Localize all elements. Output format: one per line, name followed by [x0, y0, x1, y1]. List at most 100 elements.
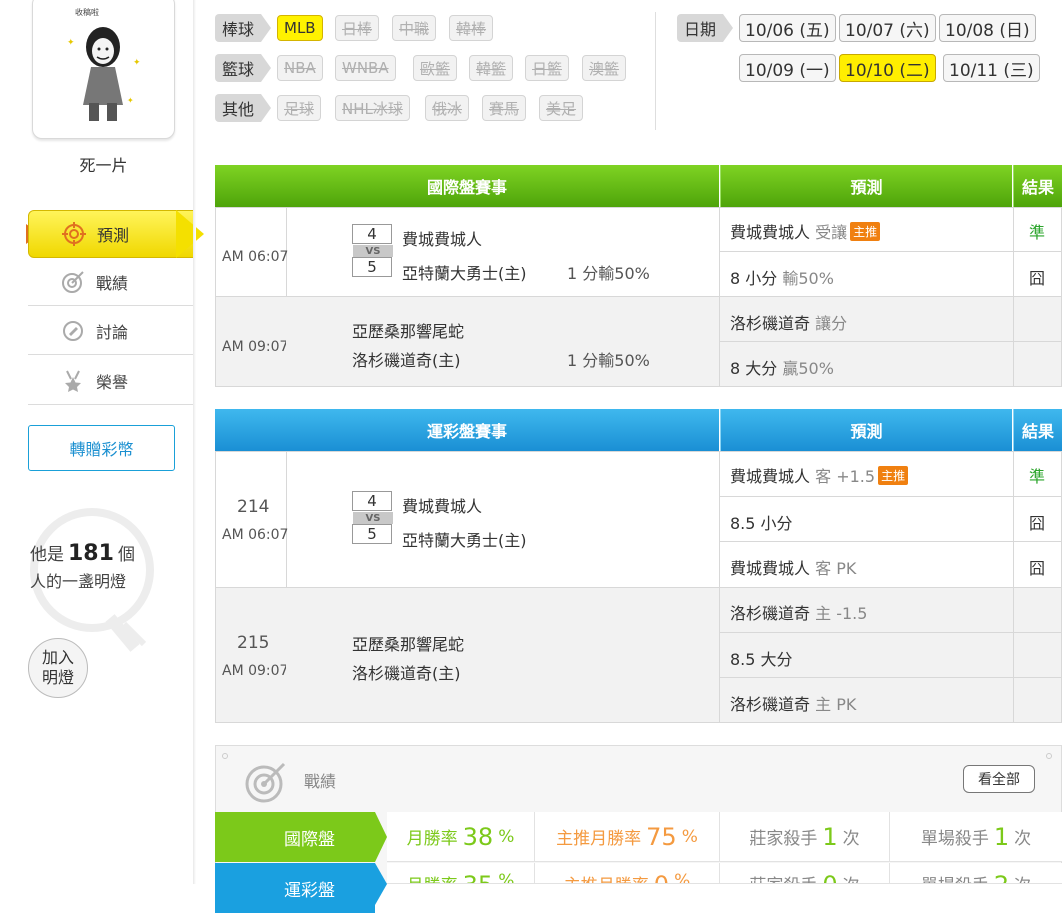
- chip-horse-racing[interactable]: 賽馬: [482, 95, 527, 121]
- nav-active-arrow: [176, 210, 204, 258]
- date-chip-1010[interactable]: 10/10 (二): [839, 54, 936, 82]
- target-icon: [61, 221, 87, 247]
- date-chip-1006[interactable]: 10/06 (五): [739, 14, 836, 42]
- join-line-2: 明燈: [41, 668, 74, 687]
- filter-label-basketball: 籃球: [215, 54, 271, 82]
- date-chip-1011[interactable]: 10/11 (三): [943, 54, 1040, 82]
- home-score: 5: [352, 524, 392, 544]
- intl-header-event: 國際盤賽事: [215, 165, 719, 207]
- sidebar-item-honor[interactable]: 榮譽: [28, 357, 194, 405]
- sidebar-item-record[interactable]: 戰績: [28, 258, 194, 306]
- chip-japan-basketball[interactable]: 日籃: [525, 55, 570, 81]
- avatar-cartoon-icon: 收稿啦 ✦ ✦ ✦: [67, 7, 141, 121]
- chip-npb[interactable]: 日棒: [335, 15, 380, 41]
- home-team: 洛杉磯道奇(主): [352, 664, 461, 683]
- sidebar-item-predict[interactable]: 預測: [28, 210, 194, 258]
- record-label-arrow: [375, 863, 387, 905]
- result-correct: 準: [1029, 467, 1046, 486]
- join-lamp-button[interactable]: 加入 明燈: [28, 638, 88, 698]
- chip-kbo[interactable]: 韓棒: [449, 15, 494, 41]
- record-cell-value: 38: [462, 822, 494, 851]
- prediction-detail: 贏50%: [782, 359, 834, 378]
- prediction-team: 費城費城人: [730, 559, 811, 578]
- chip-euro-basketball[interactable]: 歐籃: [413, 55, 458, 81]
- sidebar: 收稿啦 ✦ ✦ ✦ 死一片 預測 戰績 討論 榮譽 轉贈彩幣 他是 181 個 …: [0, 0, 204, 884]
- fans-count-text: 他是 181 個: [30, 540, 135, 566]
- prediction-team: 費城費城人: [730, 467, 811, 486]
- chip-soccer[interactable]: 足球: [277, 95, 322, 121]
- home-score: 5: [352, 257, 392, 277]
- chip-mlb[interactable]: MLB: [277, 15, 323, 41]
- date-chip-1008[interactable]: 10/08 (日): [939, 14, 1036, 42]
- record-cell-unit: %: [674, 871, 691, 884]
- line-odds: 1 分輸50%: [567, 264, 650, 283]
- fans-prefix: 他是: [30, 545, 64, 565]
- chip-cpbl[interactable]: 中職: [392, 15, 437, 41]
- gift-coins-button[interactable]: 轉贈彩幣: [28, 425, 175, 471]
- prediction-detail: 客 +1.5: [815, 467, 876, 486]
- prediction-text: 費城費城人 客 +1.5 主推: [730, 463, 909, 487]
- away-team: 亞歷桑那響尾蛇: [352, 322, 465, 341]
- result-cell: [1013, 341, 1062, 387]
- sports-game-1-teams-cell: [286, 451, 720, 588]
- record-cell-label: 單場殺手: [921, 871, 989, 883]
- record-cell-label: 莊家殺手: [749, 871, 817, 883]
- avatar[interactable]: 收稿啦 ✦ ✦ ✦: [32, 0, 175, 139]
- record-cell-value: 0: [654, 871, 669, 883]
- result-cell: [1013, 632, 1062, 678]
- away-score: 4: [352, 491, 392, 511]
- record-cell-label: 月勝率: [407, 871, 458, 883]
- prediction-text: 洛杉磯道奇 主 PK: [730, 691, 856, 715]
- record-cell-label: 主推月勝率: [556, 829, 642, 849]
- sidebar-item-discussion[interactable]: 討論: [28, 307, 194, 355]
- date-chip-1009[interactable]: 10/09 (一): [739, 54, 836, 82]
- prediction-team: 8.5 大分: [730, 650, 793, 669]
- sports-game-2-teams-cell: [286, 587, 720, 723]
- username: 死一片: [79, 156, 128, 175]
- chip-nba[interactable]: NBA: [277, 55, 323, 81]
- date-chip-1007[interactable]: 10/07 (六): [839, 14, 936, 42]
- record-cell-unit: 次: [1014, 829, 1032, 849]
- prediction-text: 8.5 小分: [730, 510, 793, 534]
- filter-label-baseball: 棒球: [215, 14, 271, 42]
- chip-russia-hockey[interactable]: 俄冰: [425, 95, 470, 121]
- record-cell-banker-killer: 莊家殺手 0次: [720, 863, 890, 884]
- game-time: AM 09:07: [222, 663, 289, 679]
- sports-header-event: 運彩盤賽事: [215, 409, 719, 451]
- chip-nhl[interactable]: NHL冰球: [335, 95, 410, 121]
- prediction-text: 洛杉磯道奇 讓分: [730, 310, 847, 334]
- away-team: 亞歷桑那響尾蛇: [352, 635, 465, 654]
- home-team: 亞特蘭大勇士(主): [402, 264, 527, 283]
- prediction-detail: 輸50%: [782, 269, 834, 288]
- chip-wnba[interactable]: WNBA: [335, 55, 396, 81]
- prediction-detail: 客 PK: [815, 559, 857, 578]
- chip-american-football[interactable]: 美足: [539, 95, 584, 121]
- join-line-1: 加入: [41, 648, 74, 667]
- top-pick-badge: 主推: [878, 466, 909, 485]
- record-cell-value: 75: [646, 822, 677, 851]
- result-wrong: 囧: [1029, 514, 1046, 533]
- record-row-label-intl: 國際盤: [215, 812, 375, 862]
- game-time: AM 06:07: [222, 249, 289, 265]
- chip-aus-basketball[interactable]: 澳籃: [582, 55, 627, 81]
- svg-text:✦: ✦: [67, 38, 75, 48]
- record-cell-value: 2: [994, 871, 1009, 883]
- record-target-icon: [245, 762, 286, 803]
- prediction-text: 費城費城人 受讓 主推: [730, 219, 881, 243]
- filter-divider: [655, 12, 656, 130]
- record-cell-unit: 次: [842, 829, 860, 849]
- chip-korea-basketball[interactable]: 韓籃: [469, 55, 514, 81]
- record-cell-label: 月勝率: [406, 829, 458, 849]
- medal-icon: [60, 368, 86, 394]
- view-all-button[interactable]: 看全部: [963, 765, 1035, 793]
- vs-badge: VS: [353, 245, 393, 257]
- sidebar-item-label: 預測: [97, 226, 130, 245]
- away-team: 費城費城人: [402, 230, 483, 249]
- record-cell-unit: %: [498, 826, 515, 847]
- fans-suffix: 個: [117, 545, 135, 565]
- record-cell-value: 0: [822, 871, 837, 883]
- fans-subtext: 人的一盞明燈: [30, 572, 127, 591]
- game-time: AM 06:07: [222, 527, 289, 543]
- record-cell-banker-killer: 莊家殺手 1 次: [720, 812, 890, 862]
- prediction-team: 洛杉磯道奇: [730, 314, 811, 333]
